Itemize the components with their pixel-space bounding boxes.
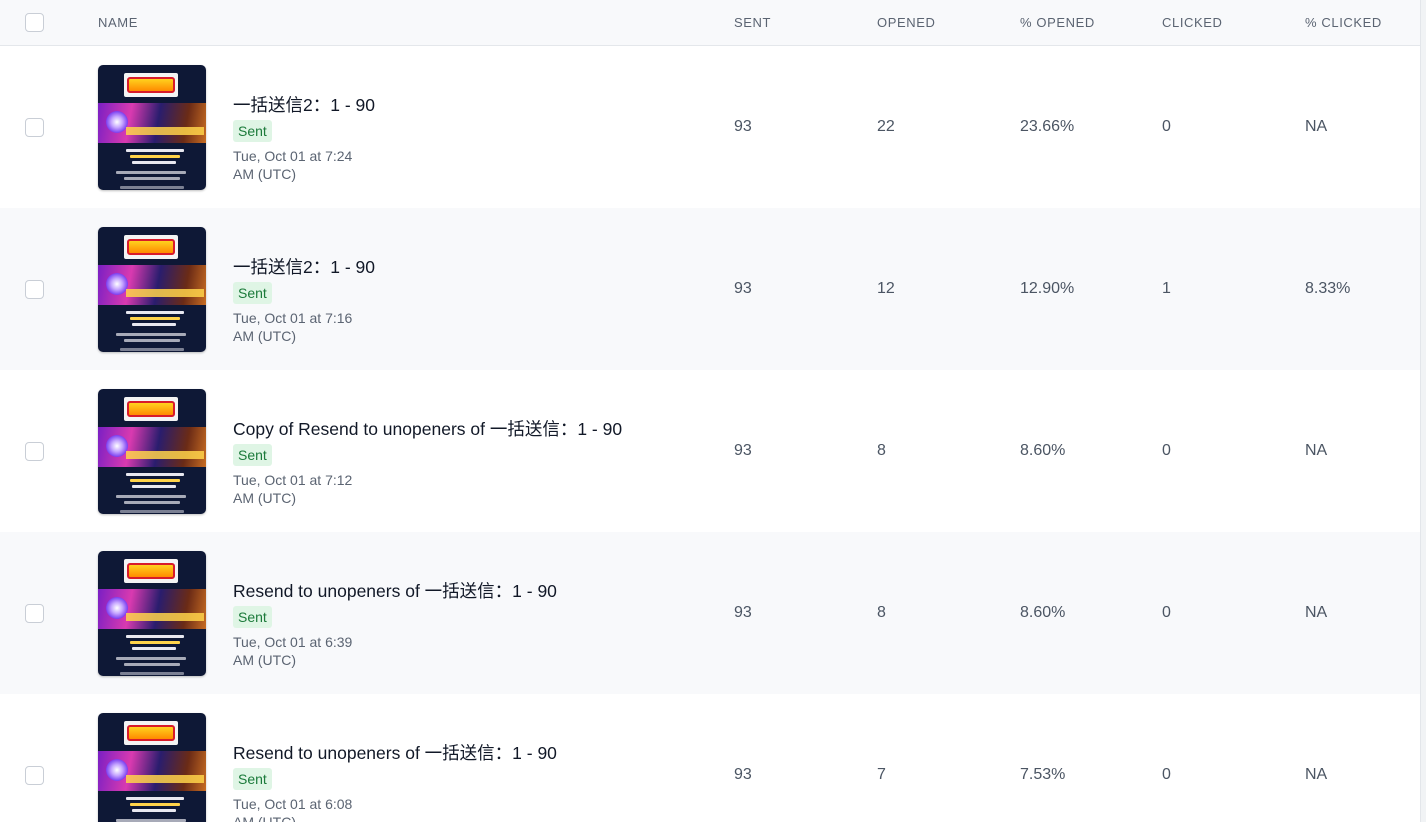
- table-row[interactable]: Resend to unopeners of 一括送信：1 - 90 Sent …: [0, 532, 1420, 694]
- clicked-count: 0: [1162, 442, 1171, 459]
- row-checkbox[interactable]: [25, 118, 44, 137]
- campaign-table: NAME SENT OPENED % OPENED CLICKED % CLIC…: [0, 0, 1420, 822]
- sent-date-line1: Tue, Oct 01 at 6:08: [233, 796, 353, 812]
- select-all-checkbox[interactable]: [25, 13, 44, 32]
- clicked-percent: NA: [1305, 442, 1328, 459]
- clicked-percent: NA: [1305, 604, 1328, 621]
- sent-date: Tue, Oct 01 at 7:12 AM (UTC): [233, 471, 393, 507]
- opened-percent: 8.60%: [1020, 604, 1066, 621]
- email-thumbnail[interactable]: [98, 713, 206, 822]
- sent-date-line2: AM (UTC): [233, 166, 296, 182]
- status-badge: Sent: [233, 606, 272, 628]
- campaign-title[interactable]: 一括送信2：1 - 90: [233, 92, 375, 117]
- opened-count: 12: [877, 280, 895, 297]
- status-badge: Sent: [233, 282, 272, 304]
- clicked-count: 0: [1162, 766, 1171, 783]
- email-thumbnail[interactable]: [98, 551, 206, 676]
- sent-count: 93: [734, 604, 752, 621]
- column-header-clicked[interactable]: CLICKED: [1162, 15, 1223, 30]
- opened-count: 7: [877, 766, 886, 783]
- sent-date-line1: Tue, Oct 01 at 7:12: [233, 472, 353, 488]
- clicked-count: 1: [1162, 280, 1171, 297]
- opened-percent: 23.66%: [1020, 118, 1075, 135]
- sent-date-line2: AM (UTC): [233, 490, 296, 506]
- column-header-sent[interactable]: SENT: [734, 15, 771, 30]
- status-badge: Sent: [233, 120, 272, 142]
- sent-date-line1: Tue, Oct 01 at 6:39: [233, 634, 353, 650]
- clicked-percent: NA: [1305, 118, 1328, 135]
- thumbnail-logo: [124, 559, 178, 583]
- clicked-count: 0: [1162, 118, 1171, 135]
- row-checkbox[interactable]: [25, 604, 44, 623]
- clicked-percent: 8.33%: [1305, 280, 1351, 297]
- opened-percent: 8.60%: [1020, 442, 1066, 459]
- table-row[interactable]: Copy of Resend to unopeners of 一括送信：1 - …: [0, 370, 1420, 532]
- sent-date: Tue, Oct 01 at 6:08 AM (UTC): [233, 795, 393, 822]
- table-row[interactable]: Resend to unopeners of 一括送信：1 - 90 Sent …: [0, 694, 1420, 822]
- sent-date-line1: Tue, Oct 01 at 7:16: [233, 310, 353, 326]
- sent-date: Tue, Oct 01 at 6:39 AM (UTC): [233, 633, 393, 669]
- campaign-title[interactable]: Resend to unopeners of 一括送信：1 - 90: [233, 740, 557, 765]
- column-header-pct-clicked[interactable]: % CLICKED: [1305, 15, 1382, 30]
- email-thumbnail[interactable]: [98, 227, 206, 352]
- table-body: 一括送信2：1 - 90 Sent Tue, Oct 01 at 7:24 AM…: [0, 46, 1420, 822]
- row-checkbox[interactable]: [25, 766, 44, 785]
- campaign-title[interactable]: Resend to unopeners of 一括送信：1 - 90: [233, 578, 557, 603]
- sent-count: 93: [734, 442, 752, 459]
- clicked-percent: NA: [1305, 766, 1328, 783]
- thumbnail-logo: [124, 721, 178, 745]
- sent-date-line2: AM (UTC): [233, 652, 296, 668]
- status-badge: Sent: [233, 444, 272, 466]
- sent-date-line2: AM (UTC): [233, 814, 296, 822]
- sent-count: 93: [734, 280, 752, 297]
- row-checkbox[interactable]: [25, 280, 44, 299]
- row-checkbox[interactable]: [25, 442, 44, 461]
- sent-count: 93: [734, 766, 752, 783]
- status-badge: Sent: [233, 768, 272, 790]
- table-header: NAME SENT OPENED % OPENED CLICKED % CLIC…: [0, 0, 1420, 46]
- opened-count: 8: [877, 604, 886, 621]
- table-row[interactable]: 一括送信2：1 - 90 Sent Tue, Oct 01 at 7:24 AM…: [0, 46, 1420, 208]
- thumbnail-logo: [124, 235, 178, 259]
- opened-percent: 12.90%: [1020, 280, 1075, 297]
- sent-date-line2: AM (UTC): [233, 328, 296, 344]
- sent-date: Tue, Oct 01 at 7:16 AM (UTC): [233, 309, 393, 345]
- sent-date-line1: Tue, Oct 01 at 7:24: [233, 148, 353, 164]
- email-thumbnail[interactable]: [98, 389, 206, 514]
- table-row[interactable]: 一括送信2：1 - 90 Sent Tue, Oct 01 at 7:16 AM…: [0, 208, 1420, 370]
- column-header-opened[interactable]: OPENED: [877, 15, 936, 30]
- column-header-pct-opened[interactable]: % OPENED: [1020, 15, 1095, 30]
- campaign-title[interactable]: 一括送信2：1 - 90: [233, 254, 375, 279]
- scrollbar-track[interactable]: [1420, 0, 1426, 822]
- column-header-name[interactable]: NAME: [98, 15, 138, 30]
- sent-date: Tue, Oct 01 at 7:24 AM (UTC): [233, 147, 393, 183]
- email-thumbnail[interactable]: [98, 65, 206, 190]
- sent-count: 93: [734, 118, 752, 135]
- opened-count: 8: [877, 442, 886, 459]
- thumbnail-logo: [124, 73, 178, 97]
- opened-percent: 7.53%: [1020, 766, 1066, 783]
- campaign-title[interactable]: Copy of Resend to unopeners of 一括送信：1 - …: [233, 416, 622, 441]
- opened-count: 22: [877, 118, 895, 135]
- thumbnail-logo: [124, 397, 178, 421]
- clicked-count: 0: [1162, 604, 1171, 621]
